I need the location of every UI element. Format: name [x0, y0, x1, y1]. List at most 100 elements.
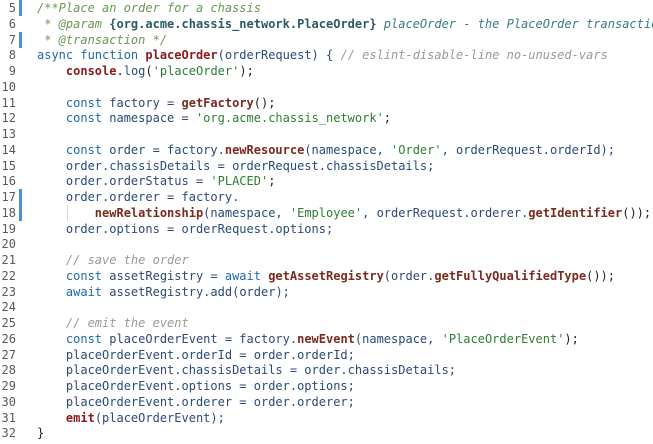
code-line[interactable]: 11 const factory = getFactory(); [0, 95, 653, 111]
code-token: order.chassisDetails = orderRequest.chas… [37, 158, 435, 173]
code-token: getIdentifier [528, 205, 623, 220]
code-line[interactable]: 8 async function placeOrder(orderRequest)… [0, 47, 653, 63]
line-number: 5 [8, 1, 16, 15]
code-token: {org.acme.chassis_network.PlaceOrder} [109, 16, 377, 31]
code-token: placeOrderEvent.orderer = order.orderer; [37, 394, 355, 409]
code-line[interactable]: 30 placeOrderEvent.orderer = order.order… [0, 394, 653, 410]
code-text: emit(placeOrderEvent); [37, 410, 225, 426]
code-line[interactable]: 7 * @transaction */ [0, 31, 653, 48]
code-line[interactable]: 10 [0, 79, 653, 95]
line-number: 16 [1, 174, 16, 189]
code-token: placeOrderEvent = factory. [109, 331, 298, 346]
code-text: // save the order [37, 252, 189, 268]
code-token: (order); [232, 284, 290, 299]
line-number: 9 [8, 64, 16, 78]
code-token: newEvent [297, 331, 355, 346]
code-token: } [37, 426, 45, 441]
code-text: const placeOrderEvent = factory.newEvent… [37, 331, 579, 347]
code-token: ()); [622, 205, 652, 220]
code-line[interactable]: 13 [0, 126, 653, 142]
code-line[interactable]: 28 placeOrderEvent.chassisDetails = orde… [0, 362, 653, 378]
code-line[interactable]: 9 console.log('placeOrder'); [0, 63, 653, 79]
line-number: 24 [1, 300, 16, 315]
code-token: order = factory. [109, 142, 225, 157]
code-text: newRelationship(namespace, 'Employee', o… [37, 205, 651, 221]
code-token: (order. [383, 268, 435, 283]
code-text: * @transaction */ [37, 32, 167, 48]
line-number: 12 [1, 111, 16, 126]
line-number: 23 [1, 284, 16, 299]
code-token: order.orderStatus = [37, 174, 211, 189]
code-token: placeOrderEvent.options = order.options; [37, 379, 355, 393]
code-line[interactable]: 26 const placeOrderEvent = factory.newEv… [0, 331, 653, 347]
code-token: newResource [224, 142, 305, 157]
code-text: console.log('placeOrder'); [37, 63, 254, 79]
code-text: order.options = orderRequest.options; [37, 221, 333, 237]
code-line[interactable]: 27 placeOrderEvent.orderId = order.order… [0, 347, 653, 363]
code-token: * @transaction */ [37, 32, 168, 47]
code-token: * @param [37, 16, 110, 31]
code-token: 'org.acme.chassis_network' [195, 111, 384, 126]
line-number: 6 [8, 16, 16, 31]
line-number: 13 [1, 127, 16, 141]
code-token: 'Employee' [289, 205, 363, 220]
code-line[interactable]: 23 await assetRegistry.add(order); [0, 284, 653, 300]
code-token: const [37, 268, 110, 283]
code-token: // save the order [37, 253, 189, 267]
code-token: getAssetRegistry [268, 268, 384, 283]
code-text: placeOrderEvent.orderId = order.orderId; [37, 347, 355, 363]
code-token: 'Order' [391, 142, 442, 157]
code-token: ( [145, 64, 153, 78]
code-text: const factory = getFactory(); [37, 95, 276, 111]
line-number: 22 [1, 268, 16, 283]
code-text: const assetRegistry = await getAssetRegi… [37, 268, 615, 284]
code-line[interactable]: 19 order.options = orderRequest.options; [0, 221, 653, 237]
code-token: add [210, 284, 233, 299]
line-number: 8 [8, 48, 16, 63]
code-token: assetRegistry = [109, 268, 225, 283]
line-number: 18 [1, 205, 16, 220]
code-token: order.options = orderRequest.options; [37, 221, 334, 236]
code-line[interactable]: 31 emit(placeOrderEvent); [0, 410, 653, 426]
code-editor[interactable]: 5/**Place an order for a chassis 6 * @par… [0, 0, 653, 444]
line-number: 14 [1, 142, 16, 157]
code-line[interactable]: 21 // save the order [0, 252, 653, 268]
code-token: placeOrder - the PlaceOrder transaction [376, 16, 653, 31]
code-line[interactable]: 12 const namespace = 'org.acme.chassis_n… [0, 110, 653, 126]
code-line[interactable]: 18 newRelationship(namespace, 'Employee'… [0, 204, 653, 221]
code-text: } [37, 425, 44, 441]
code-line[interactable]: 32} [0, 425, 653, 441]
code-line[interactable]: 15 order.chassisDetails = orderRequest.c… [0, 158, 653, 174]
code-line[interactable]: 17 order.orderer = factory. [0, 189, 653, 205]
code-text: order.orderStatus = 'PLACED'; [37, 173, 276, 189]
code-token: , orderRequest.orderId); [441, 142, 615, 157]
code-token: 'placeOrder' [152, 64, 240, 78]
code-token: placeOrderEvent.orderId = order.orderId; [37, 347, 355, 362]
code-text: /**Place an order for a chassis [37, 0, 261, 16]
code-text: const order = factory.newResource(namesp… [37, 142, 615, 158]
code-line[interactable]: 20 [0, 236, 653, 252]
code-line[interactable]: 16 order.orderStatus = 'PLACED'; [0, 173, 653, 189]
code-line[interactable]: 24 [0, 299, 653, 315]
code-token: factory = [109, 95, 182, 110]
code-token: 'PlaceOrderEvent' [441, 331, 565, 346]
code-text: async function placeOrder(orderRequest) … [37, 47, 608, 63]
line-number: 10 [1, 79, 16, 94]
code-line[interactable]: 25 // emit the event [0, 315, 653, 331]
code-line[interactable]: 14 const order = factory.newResource(nam… [0, 142, 653, 158]
line-number: 30 [1, 394, 16, 409]
code-token: const [37, 111, 110, 126]
code-token: const [37, 331, 110, 346]
modified-line-marker [19, 189, 22, 205]
code-token: log [123, 64, 146, 78]
code-line[interactable]: 29 placeOrderEvent.options = order.optio… [0, 378, 653, 394]
code-token: (); [253, 95, 276, 110]
code-token: async function [37, 48, 146, 63]
code-line[interactable]: 6 * @param {org.acme.chassis_network.Pla… [0, 16, 653, 32]
code-line[interactable]: 22 const assetRegistry = await getAssetR… [0, 268, 653, 284]
code-token: getFactory [181, 95, 254, 110]
modified-line-marker [19, 0, 22, 16]
code-token: ()); [586, 268, 615, 283]
code-line[interactable]: 5 /**Place an order for a chassis [0, 0, 653, 16]
